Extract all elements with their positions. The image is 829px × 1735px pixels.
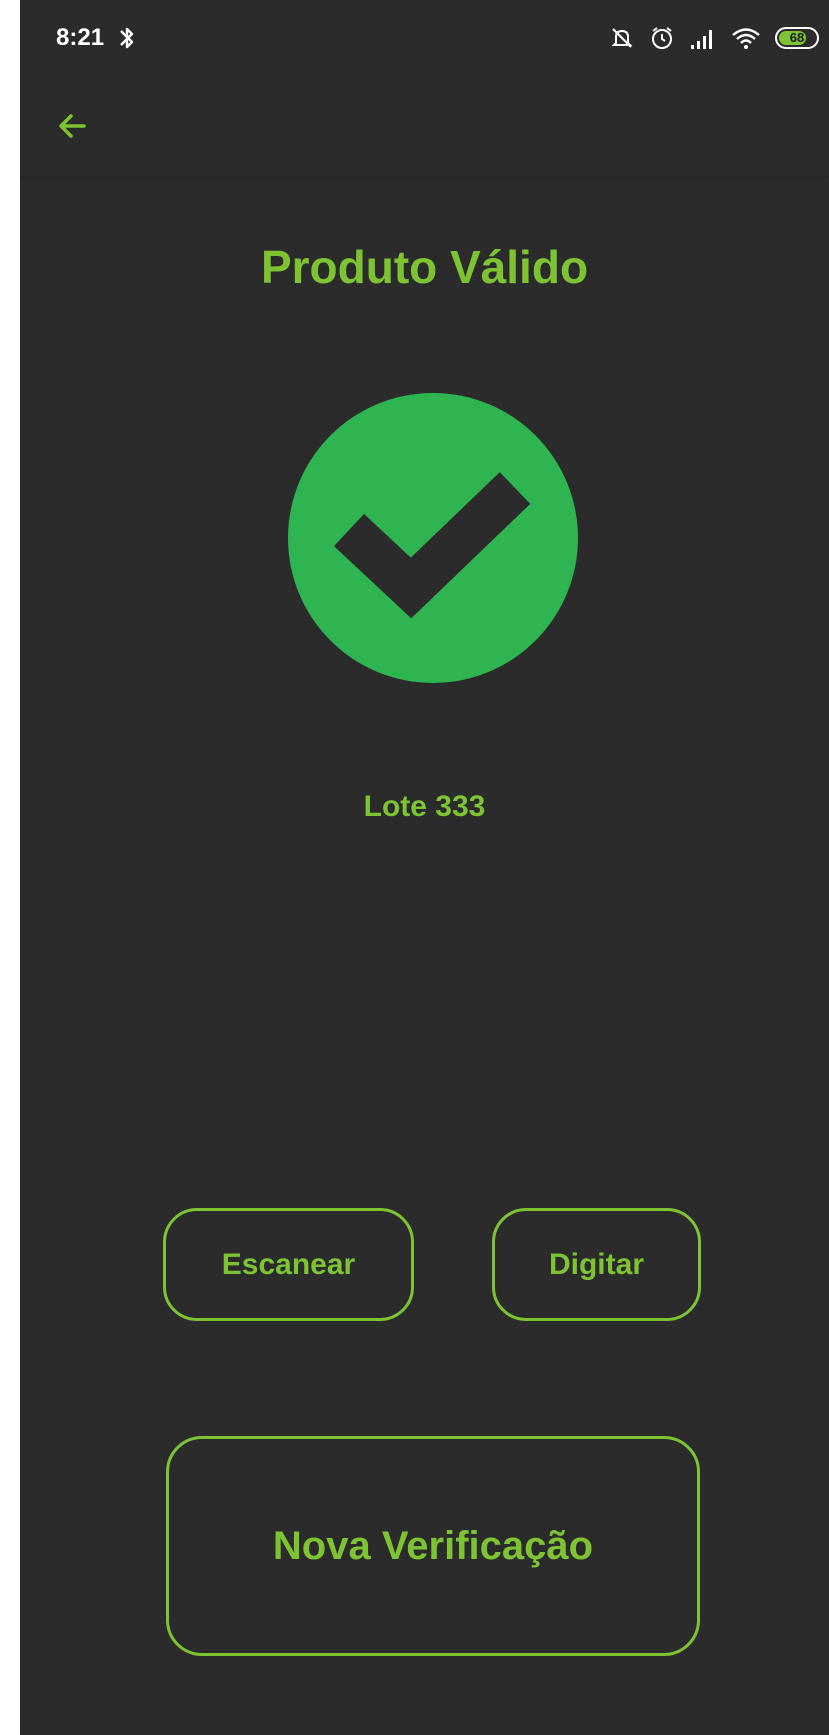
status-bar: 8:21 68: [20, 0, 829, 76]
page-title: Produto Válido: [260, 241, 589, 293]
scan-button[interactable]: Escanear: [163, 1208, 414, 1321]
type-button[interactable]: Digitar: [492, 1208, 701, 1321]
app-screen: 8:21 68 Produto Válido Lote 333 Escanear…: [20, 0, 829, 1735]
check-circle-icon: [288, 393, 578, 683]
battery-level: 68: [789, 30, 805, 45]
lot-label: Lote 333: [363, 790, 486, 823]
alarm-icon: [652, 27, 672, 49]
app-bar: [20, 76, 829, 177]
wifi-icon: [732, 28, 760, 49]
status-time: 8:21: [56, 24, 105, 51]
arrow-left-icon[interactable]: [50, 104, 94, 148]
new-check-button[interactable]: Nova Verificação: [166, 1436, 700, 1656]
notifications-off-icon: [611, 28, 633, 48]
signal-icon: [691, 30, 712, 49]
battery-icon: 68: [775, 27, 819, 49]
bluetooth-icon: [120, 27, 134, 49]
status-icons: 68: [609, 22, 819, 54]
